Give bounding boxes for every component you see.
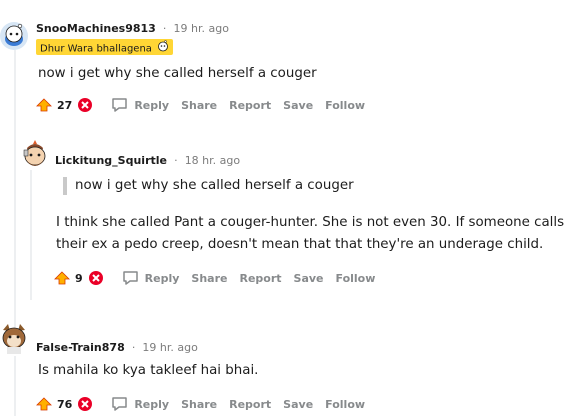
- share-button[interactable]: Share: [181, 398, 217, 411]
- username[interactable]: Lickitung_Squirtle: [55, 154, 167, 167]
- reply-button[interactable]: Reply: [104, 270, 180, 286]
- comment-actions: 76 Reply Share Report Save Follow: [36, 394, 377, 414]
- avatar[interactable]: [0, 22, 28, 50]
- comment-body: Is mahila ko kya takleef hai bhai.: [38, 363, 259, 378]
- reply-label: Reply: [134, 98, 170, 112]
- share-button[interactable]: Share: [191, 272, 227, 285]
- upvote-icon[interactable]: [54, 270, 70, 286]
- downvote-icon[interactable]: [77, 396, 93, 412]
- save-button[interactable]: Save: [294, 272, 324, 285]
- username[interactable]: False-Train878: [36, 341, 125, 354]
- follow-button[interactable]: Follow: [336, 272, 376, 285]
- quoted-text: now i get why she called herself a couge…: [63, 177, 354, 195]
- avatar[interactable]: [0, 322, 28, 354]
- separator: ·: [131, 341, 136, 354]
- downvote-icon[interactable]: [88, 270, 104, 286]
- save-button[interactable]: Save: [283, 99, 313, 112]
- follow-button[interactable]: Follow: [325, 99, 365, 112]
- timestamp[interactable]: 18 hr. ago: [185, 154, 240, 167]
- comment-actions: 9 Reply Share Report Save Follow: [54, 268, 387, 288]
- character-avatar-icon: [23, 140, 46, 166]
- comment-bubble-icon: [122, 271, 138, 285]
- timestamp[interactable]: 19 hr. ago: [174, 22, 229, 35]
- avatar[interactable]: [20, 138, 50, 170]
- user-flair: Dhur Wara bhallagena: [36, 39, 174, 57]
- save-button[interactable]: Save: [283, 398, 313, 411]
- comment-body-line: their ex a pedo creep, doesn't mean that…: [56, 237, 544, 252]
- comment-body: now i get why she called herself a couge…: [38, 66, 317, 81]
- comment-bubble-icon: [112, 397, 128, 411]
- reply-label: Reply: [144, 271, 180, 285]
- reply-button[interactable]: Reply: [93, 396, 169, 412]
- reply-label: Reply: [134, 397, 170, 411]
- username[interactable]: SnooMachines9813: [36, 22, 156, 35]
- upvote-icon[interactable]: [36, 97, 52, 113]
- snoo-avatar-icon: [0, 22, 28, 50]
- thread-line[interactable]: [14, 46, 16, 346]
- vote-count: 76: [57, 397, 73, 411]
- comment-bubble-icon: [112, 98, 128, 112]
- thread-line[interactable]: [14, 356, 16, 416]
- character-avatar-icon: [2, 324, 26, 354]
- separator: ·: [162, 22, 167, 35]
- flair-emoji-icon: [157, 40, 169, 57]
- downvote-icon[interactable]: [77, 97, 93, 113]
- share-button[interactable]: Share: [181, 99, 217, 112]
- report-button[interactable]: Report: [239, 272, 281, 285]
- separator: ·: [174, 154, 178, 167]
- thread-line[interactable]: [30, 170, 32, 300]
- report-button[interactable]: Report: [229, 99, 271, 112]
- vote-count: 9: [75, 271, 83, 285]
- flair-text: Dhur Wara bhallagena: [40, 43, 152, 55]
- follow-button[interactable]: Follow: [325, 398, 365, 411]
- comment-actions: 27 Reply Share Report Save Follow: [36, 95, 377, 115]
- timestamp[interactable]: 19 hr. ago: [142, 341, 197, 354]
- upvote-icon[interactable]: [36, 396, 52, 412]
- comment-body-line: I think she called Pant a couger-hunter.…: [56, 215, 565, 230]
- reply-button[interactable]: Reply: [93, 97, 169, 113]
- vote-count: 27: [57, 98, 73, 112]
- report-button[interactable]: Report: [229, 398, 271, 411]
